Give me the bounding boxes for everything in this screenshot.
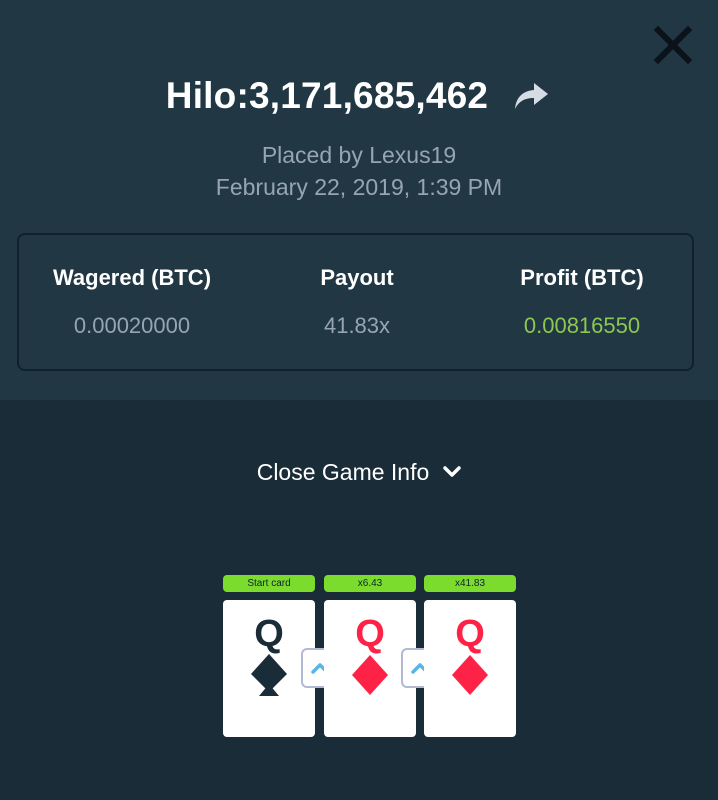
card-badge: Start card xyxy=(223,575,315,592)
payout-label: Payout xyxy=(320,265,394,290)
card-badge: x6.43 xyxy=(324,575,416,592)
payout-value: 41.83x xyxy=(323,313,391,338)
close-button[interactable] xyxy=(652,24,694,66)
card-rank: Q xyxy=(455,613,485,655)
stat-wagered: Wagered (BTC) 0.00020000 xyxy=(19,265,245,339)
stat-profit: Profit (BTC) 0.00816550 xyxy=(469,265,695,339)
title-row: Hilo:3,171,685,462 xyxy=(0,72,718,120)
diamond-icon xyxy=(352,655,388,695)
share-button[interactable] xyxy=(512,76,552,116)
card-rank: Q xyxy=(355,613,385,655)
wagered-label: Wagered (BTC) xyxy=(52,265,212,290)
close-game-info-button[interactable]: Close Game Info xyxy=(0,456,718,488)
profit-label: Profit (BTC) xyxy=(520,265,644,290)
game-info-label: Close Game Info xyxy=(256,458,430,485)
share-arrow-icon xyxy=(515,83,549,109)
diamond-icon xyxy=(452,655,488,695)
stat-payout: Payout 41.83x xyxy=(244,265,470,339)
wagered-value: 0.00020000 xyxy=(73,313,191,338)
spade-icon xyxy=(251,654,287,696)
chevron-down-icon xyxy=(443,466,462,478)
bet-title: Hilo:3,171,685,462 xyxy=(165,75,489,116)
close-icon xyxy=(653,25,693,65)
card-rank: Q xyxy=(254,613,284,655)
placed-by: Placed by Lexus19 xyxy=(261,142,457,168)
bet-date: February 22, 2019, 1:39 PM xyxy=(215,174,503,200)
profit-value: 0.00816550 xyxy=(523,313,641,338)
card-slot-3: x41.83 Q xyxy=(424,575,516,737)
playing-card: Q xyxy=(424,600,516,737)
card-badge: x41.83 xyxy=(424,575,516,592)
stats-box: Wagered (BTC) 0.00020000 Payout 41.83x P… xyxy=(17,233,694,371)
